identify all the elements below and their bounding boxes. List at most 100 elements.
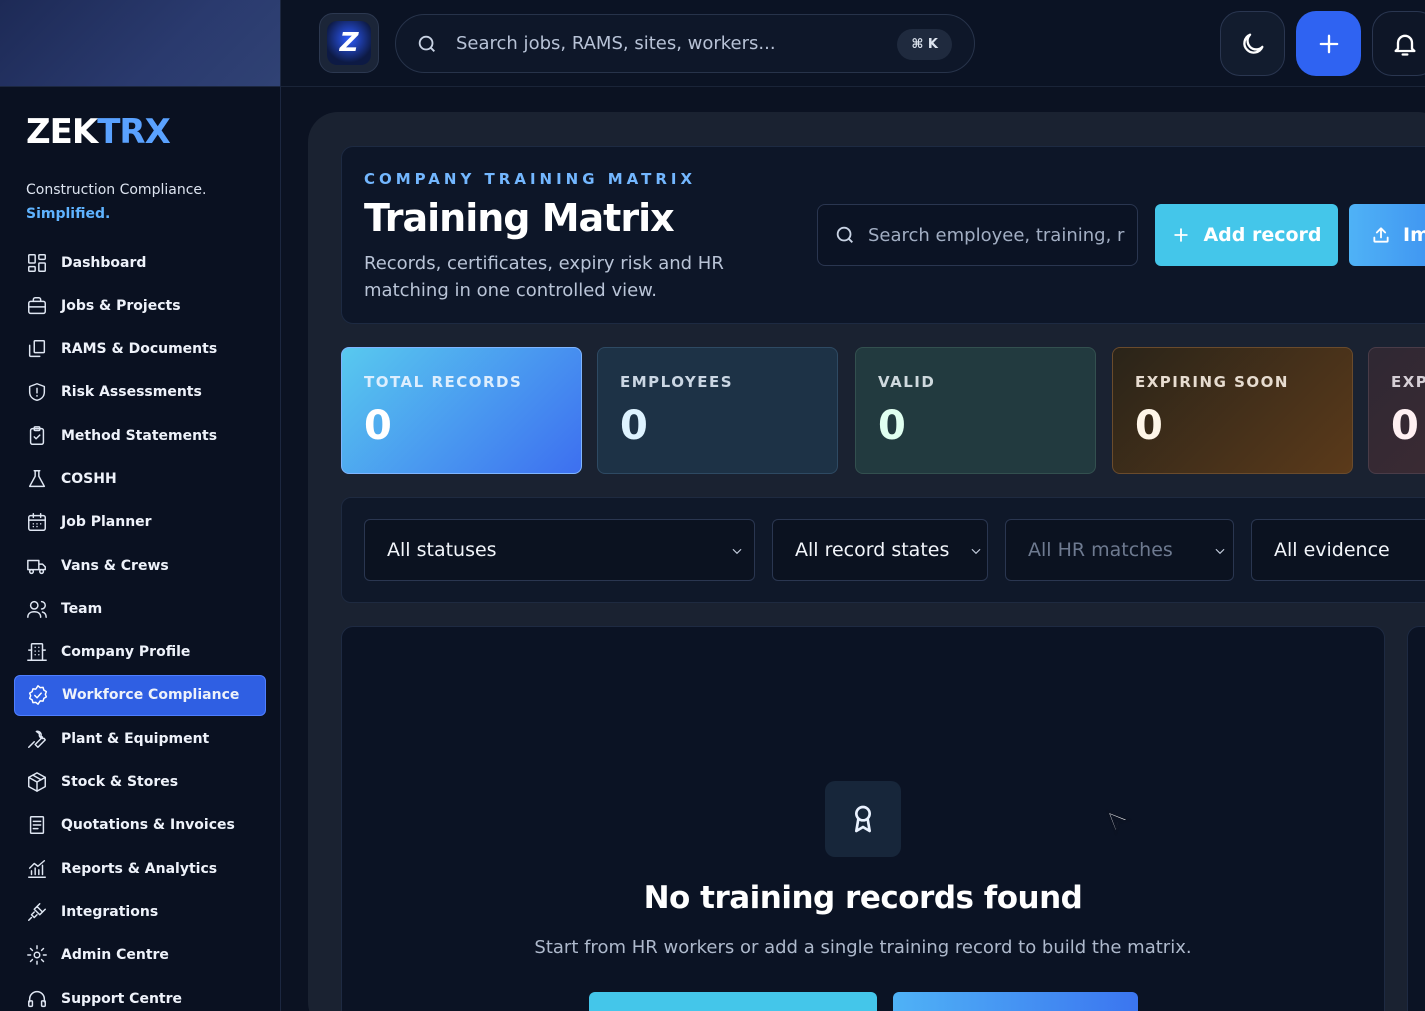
chevron-down-icon (732, 548, 742, 555)
logo-text-white: ZEK (26, 112, 98, 152)
training-search-input[interactable]: Search employee, training, r (817, 204, 1138, 266)
status-filter-select[interactable]: All statuses (364, 519, 755, 581)
sidebar-item-label: Risk Assessments (61, 384, 202, 401)
sidebar-item-integrations[interactable]: Integrations (14, 891, 266, 932)
stat-label: TOTAL RECORDS (364, 373, 523, 391)
award-icon-badge (825, 781, 901, 857)
truck-icon (27, 559, 46, 574)
dashboard-icon (28, 253, 46, 272)
empty-secondary-button[interactable] (893, 992, 1138, 1011)
search-shortcut-badge: ⌘ K (897, 29, 952, 60)
sidebar-item-vans[interactable]: Vans & Crews (14, 545, 266, 586)
tagline-line2: Simplified. (26, 206, 111, 222)
sidebar-item-label: Company Profile (61, 644, 191, 661)
sidebar-item-coshh[interactable]: COSHH (14, 458, 266, 499)
mouse-cursor-icon (1105, 809, 1132, 836)
clipboard-icon (29, 425, 45, 445)
evidence-filter-select[interactable]: All evidence (1251, 519, 1425, 581)
stat-expired[interactable]: EXP 0 (1368, 347, 1425, 474)
page-subtitle: Records, certificates, expiry risk and H… (364, 253, 724, 301)
sidebar-item-label: Team (61, 600, 103, 617)
sidebar-item-label: Workforce Compliance (62, 687, 240, 704)
sidebar-item-label: Reports & Analytics (61, 860, 218, 877)
chevron-down-icon (971, 548, 981, 555)
sidebar-item-workforce-compliance[interactable]: Workforce Compliance (14, 674, 266, 716)
global-search-input[interactable]: Search jobs, RAMS, sites, workers... ⌘ K (395, 14, 975, 73)
empty-primary-button[interactable] (589, 992, 877, 1011)
receipt-icon (29, 816, 45, 835)
sidebar-item-risk[interactable]: Risk Assessments (14, 372, 266, 413)
hr-match-filter-value: All HR matches (1028, 539, 1173, 561)
moon-icon (1242, 33, 1263, 54)
theme-toggle-button[interactable] (1220, 11, 1285, 76)
notifications-button[interactable] (1372, 11, 1425, 76)
hr-match-filter-select[interactable]: All HR matches (1005, 519, 1234, 581)
app-switcher-button[interactable]: Z (319, 13, 379, 73)
record-state-filter-value: All record states (795, 539, 950, 561)
plus-icon (1174, 228, 1189, 242)
sidebar-item-label: Quotations & Invoices (61, 817, 235, 834)
users-icon (27, 600, 47, 618)
sidebar-item-label: Integrations (61, 903, 159, 920)
search-placeholder: Search jobs, RAMS, sites, workers... (456, 33, 776, 54)
sidebar-item-stock[interactable]: Stock & Stores (14, 762, 266, 803)
sidebar-item-method[interactable]: Method Statements (14, 415, 266, 456)
sidebar-item-label: Job Planner (61, 514, 152, 531)
evidence-filter-value: All evidence (1274, 539, 1390, 561)
bell-icon (1394, 34, 1415, 56)
chevron-down-icon (1215, 548, 1225, 555)
sidebar-item-label: Jobs & Projects (61, 297, 181, 314)
sidebar-item-planner[interactable]: Job Planner (14, 502, 266, 543)
sidebar-item-company[interactable]: Company Profile (14, 632, 266, 673)
sidebar-nav: Dashboard Jobs & Projects RAMS & Documen… (14, 242, 266, 1011)
search-icon (418, 35, 435, 52)
wrench-icon (28, 730, 46, 748)
chart-icon (28, 859, 46, 878)
sidebar-header (0, 0, 280, 87)
box-icon (28, 772, 46, 792)
page-title: Training Matrix (364, 196, 675, 240)
sidebar-item-label: RAMS & Documents (61, 341, 218, 358)
sidebar-item-quotations[interactable]: Quotations & Invoices (14, 805, 266, 846)
logo-text-blue: TRX (97, 112, 171, 152)
sidebar-item-team[interactable]: Team (14, 588, 266, 629)
building-icon (27, 643, 47, 662)
award-icon (855, 805, 871, 833)
stat-expiring-soon[interactable]: EXPIRING SOON 0 (1112, 347, 1353, 474)
sidebar-item-jobs[interactable]: Jobs & Projects (14, 285, 266, 326)
side-panel (1407, 626, 1425, 1011)
stat-employees[interactable]: EMPLOYEES 0 (597, 347, 838, 474)
plus-icon (1319, 34, 1338, 53)
sidebar-item-admin[interactable]: Admin Centre (14, 935, 266, 976)
sidebar-item-support[interactable]: Support Centre (14, 978, 266, 1011)
tagline: Construction Compliance. Simplified. (26, 178, 206, 226)
import-button[interactable]: Im (1349, 204, 1425, 266)
stat-label: VALID (878, 373, 936, 391)
sidebar-item-label: COSHH (61, 470, 117, 487)
stat-label: EXPIRING SOON (1135, 373, 1289, 391)
sidebar-item-dashboard[interactable]: Dashboard (14, 242, 266, 283)
stat-valid[interactable]: VALID 0 (855, 347, 1096, 474)
record-state-filter-select[interactable]: All record states (772, 519, 988, 581)
briefcase-icon (28, 296, 46, 314)
headset-icon (28, 990, 46, 1007)
quick-add-button[interactable] (1296, 11, 1361, 76)
sidebar-item-label: Dashboard (61, 254, 147, 271)
sidebar-item-label: Stock & Stores (61, 774, 179, 791)
plug-icon (28, 902, 46, 921)
stat-total-records[interactable]: TOTAL RECORDS 0 (341, 347, 582, 474)
stat-label: EXP (1391, 373, 1425, 391)
add-record-label: Add record (1203, 224, 1322, 246)
sidebar-item-label: Method Statements (61, 427, 218, 444)
sidebar-item-rams[interactable]: RAMS & Documents (14, 329, 266, 370)
search-icon (836, 226, 853, 243)
brand-logo[interactable]: ZEKTRX (26, 112, 171, 152)
sidebar-item-label: Vans & Crews (61, 557, 169, 574)
stat-value: 0 (620, 403, 648, 449)
add-record-button[interactable]: Add record (1155, 204, 1338, 266)
sidebar-item-reports[interactable]: Reports & Analytics (14, 848, 266, 889)
stat-value: 0 (1391, 403, 1419, 449)
sidebar-item-plant[interactable]: Plant & Equipment (14, 718, 266, 759)
upload-icon (1373, 227, 1389, 243)
sidebar-item-label: Plant & Equipment (61, 730, 210, 747)
